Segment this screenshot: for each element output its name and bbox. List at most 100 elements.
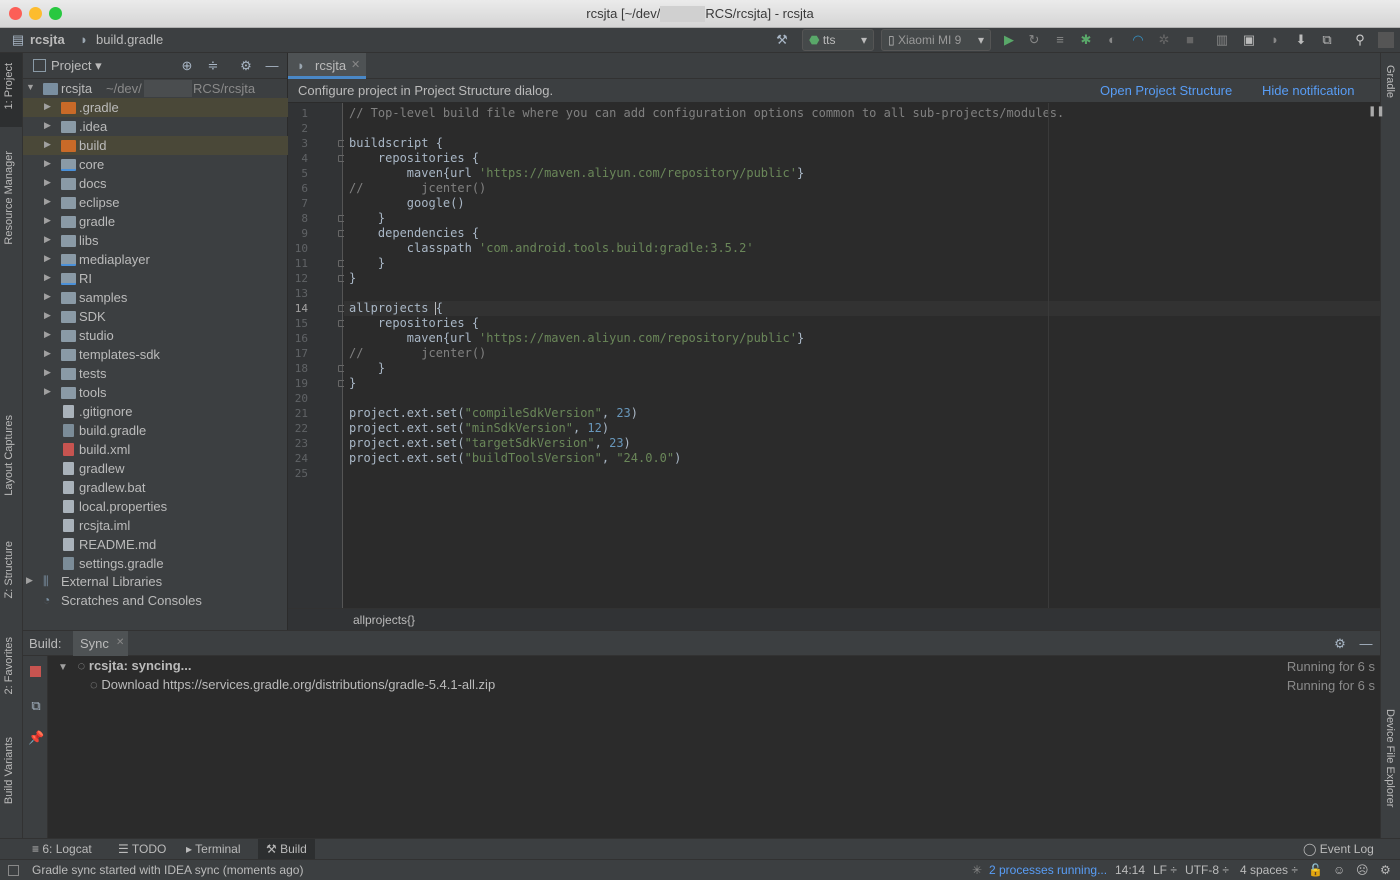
tree-item[interactable]: ▶ libs bbox=[23, 231, 288, 250]
close-tab-icon[interactable]: ✕ bbox=[116, 637, 124, 648]
tree-item[interactable]: ▶ studio bbox=[23, 326, 288, 345]
tree-item[interactable]: settings.gradle bbox=[23, 554, 288, 573]
collapse-all-icon[interactable]: ≑ bbox=[205, 58, 221, 74]
gradle-sync-icon[interactable]: ◗ bbox=[1267, 32, 1283, 48]
make-project-hammer-icon[interactable]: ⚒ bbox=[774, 32, 790, 48]
expand-arrow-icon[interactable]: ▶ bbox=[44, 291, 54, 302]
expand-arrow-icon[interactable]: ▶ bbox=[44, 120, 54, 131]
tab-favorites[interactable]: 2: Favorites bbox=[3, 637, 15, 694]
expand-arrow-icon[interactable]: ▶ bbox=[44, 386, 54, 397]
tree-external-libraries[interactable]: ▶ ⫼ External Libraries bbox=[23, 572, 288, 591]
build-row-root[interactable]: ▼ ◌ rcsjta: syncing... bbox=[58, 658, 191, 673]
tab-project[interactable]: 1: Project bbox=[3, 63, 15, 109]
tree-item[interactable]: ▶ .idea bbox=[23, 117, 288, 136]
editor-breadcrumb[interactable]: allprojects{} bbox=[353, 613, 415, 627]
tab-logcat[interactable]: ≡ 6: Logcat bbox=[32, 842, 92, 856]
tree-item[interactable]: ▶ gradle bbox=[23, 212, 288, 231]
tab-structure[interactable]: Z: Structure bbox=[3, 541, 15, 598]
project-structure-icon[interactable]: ⧉ bbox=[1319, 32, 1335, 48]
expand-arrow-icon[interactable]: ▶ bbox=[44, 272, 54, 283]
debug-icon[interactable]: ✱ bbox=[1078, 32, 1094, 48]
tree-item[interactable]: build.gradle bbox=[23, 421, 288, 440]
code-line[interactable]: } bbox=[349, 361, 385, 376]
hide-panel-icon[interactable]: — bbox=[1358, 636, 1374, 652]
close-tab-icon[interactable]: ✕ bbox=[351, 58, 360, 71]
tree-item[interactable]: ▶ core bbox=[23, 155, 288, 174]
code-line[interactable]: } bbox=[349, 211, 385, 226]
expand-arrow-icon[interactable]: ▶ bbox=[44, 177, 54, 188]
stop-build-icon[interactable] bbox=[30, 666, 41, 677]
locate-file-icon[interactable]: ⊕ bbox=[179, 58, 195, 74]
code-line[interactable]: dependencies { bbox=[349, 226, 479, 241]
project-view-select[interactable]: Project ▾ bbox=[51, 58, 102, 74]
code-line[interactable]: } bbox=[349, 376, 356, 391]
lock-icon[interactable]: 🔓 bbox=[1308, 863, 1323, 877]
device-select[interactable]: ▯ Xiaomi MI 9 ▾ bbox=[881, 29, 991, 51]
tree-scratches[interactable]: ◔ Scratches and Consoles bbox=[23, 591, 288, 610]
tree-item[interactable]: local.properties bbox=[23, 497, 288, 516]
tree-item[interactable]: ▶ templates-sdk bbox=[23, 345, 288, 364]
tree-item[interactable]: rcsjta.iml bbox=[23, 516, 288, 535]
run-icon[interactable]: ▶ bbox=[1001, 32, 1017, 48]
gear-icon[interactable]: ⚙ bbox=[1332, 636, 1348, 652]
apply-changes-icon[interactable]: ↻ bbox=[1026, 32, 1042, 48]
tab-layout-captures[interactable]: Layout Captures bbox=[3, 415, 15, 496]
toggle-tool-windows-icon[interactable] bbox=[8, 865, 19, 876]
code-line[interactable]: // jcenter() bbox=[349, 181, 486, 196]
tree-item[interactable]: ▶ tests bbox=[23, 364, 288, 383]
code-line[interactable]: buildscript { bbox=[349, 136, 443, 151]
expand-arrow-icon[interactable]: ▶ bbox=[26, 575, 36, 586]
tree-item[interactable]: ▶ mediaplayer bbox=[23, 250, 288, 269]
expand-arrow-icon[interactable]: ▶ bbox=[44, 139, 54, 150]
expand-arrow-icon[interactable]: ▼ bbox=[26, 82, 36, 92]
tree-item[interactable]: build.xml bbox=[23, 440, 288, 459]
expand-arrow-icon[interactable]: ▶ bbox=[44, 329, 54, 340]
code-line[interactable]: } bbox=[349, 271, 356, 286]
avd-manager-icon[interactable]: ▣ bbox=[1241, 32, 1257, 48]
line-separator[interactable]: LF ÷ bbox=[1153, 863, 1177, 877]
tab-resource-manager[interactable]: Resource Manager bbox=[3, 151, 15, 245]
background-processes[interactable]: 2 processes running... bbox=[989, 863, 1107, 877]
tree-item[interactable]: ▶ SDK bbox=[23, 307, 288, 326]
code-line[interactable]: project.ext.set("minSdkVersion", 12) bbox=[349, 421, 609, 436]
expand-arrow-icon[interactable]: ▶ bbox=[44, 234, 54, 245]
inspection-status-icon[interactable]: ❚❚ bbox=[1368, 106, 1385, 117]
frown-feedback-icon[interactable]: ☹ bbox=[1356, 863, 1369, 877]
code-line[interactable]: // jcenter() bbox=[349, 346, 486, 361]
gear-icon[interactable]: ⚙ bbox=[238, 58, 254, 74]
caret-position[interactable]: 14:14 bbox=[1115, 863, 1145, 877]
tree-item[interactable]: ▶ docs bbox=[23, 174, 288, 193]
code-line[interactable]: google() bbox=[349, 196, 465, 211]
expand-arrow-icon[interactable]: ▶ bbox=[44, 367, 54, 378]
code-line[interactable]: repositories { bbox=[349, 151, 479, 166]
sdk-manager-icon[interactable]: ⬇ bbox=[1293, 32, 1309, 48]
code-editor[interactable]: // Top-level build file where you can ad… bbox=[344, 103, 1380, 608]
code-line[interactable]: project.ext.set("buildToolsVersion", "24… bbox=[349, 451, 681, 466]
tree-item[interactable]: gradlew bbox=[23, 459, 288, 478]
code-line[interactable]: project.ext.set("compileSdkVersion", 23) bbox=[349, 406, 638, 421]
code-line[interactable]: maven{url 'https://maven.aliyun.com/repo… bbox=[349, 166, 804, 181]
indent-setting[interactable]: 4 spaces ÷ bbox=[1240, 863, 1298, 877]
apply-code-changes-icon[interactable]: ≡ bbox=[1052, 32, 1068, 48]
tab-event-log[interactable]: ◯ Event Log bbox=[1303, 842, 1374, 856]
sync-project-icon[interactable]: ▥ bbox=[1214, 32, 1230, 48]
tree-item[interactable]: ▶ build bbox=[23, 136, 288, 155]
tree-root[interactable]: ▼ rcsjta ~/dev/ RCS/rcsjta bbox=[23, 79, 288, 98]
toggle-view-icon[interactable]: ⧉ bbox=[28, 698, 44, 714]
code-line[interactable]: } bbox=[349, 256, 385, 271]
code-line[interactable]: classpath 'com.android.tools.build:gradl… bbox=[349, 241, 754, 256]
tab-gradle[interactable]: Gradle bbox=[1384, 65, 1396, 98]
expand-arrow-icon[interactable]: ▶ bbox=[44, 253, 54, 264]
run-config-select[interactable]: ⬣ tts ▾ bbox=[802, 29, 874, 51]
attach-debugger-icon[interactable]: ✲ bbox=[1156, 32, 1172, 48]
pin-icon[interactable]: 📌 bbox=[28, 730, 44, 746]
code-line[interactable]: project.ext.set("targetSdkVersion", 23) bbox=[349, 436, 631, 451]
tree-item[interactable]: README.md bbox=[23, 535, 288, 554]
coverage-icon[interactable]: ◐ bbox=[1104, 32, 1120, 48]
tree-item[interactable]: .gitignore bbox=[23, 402, 288, 421]
code-line[interactable]: maven{url 'https://maven.aliyun.com/repo… bbox=[349, 331, 804, 346]
expand-arrow-icon[interactable]: ▶ bbox=[44, 215, 54, 226]
expand-arrow-icon[interactable]: ▶ bbox=[44, 310, 54, 321]
tree-item[interactable]: ▶ eclipse bbox=[23, 193, 288, 212]
expand-arrow-icon[interactable]: ▶ bbox=[44, 196, 54, 207]
